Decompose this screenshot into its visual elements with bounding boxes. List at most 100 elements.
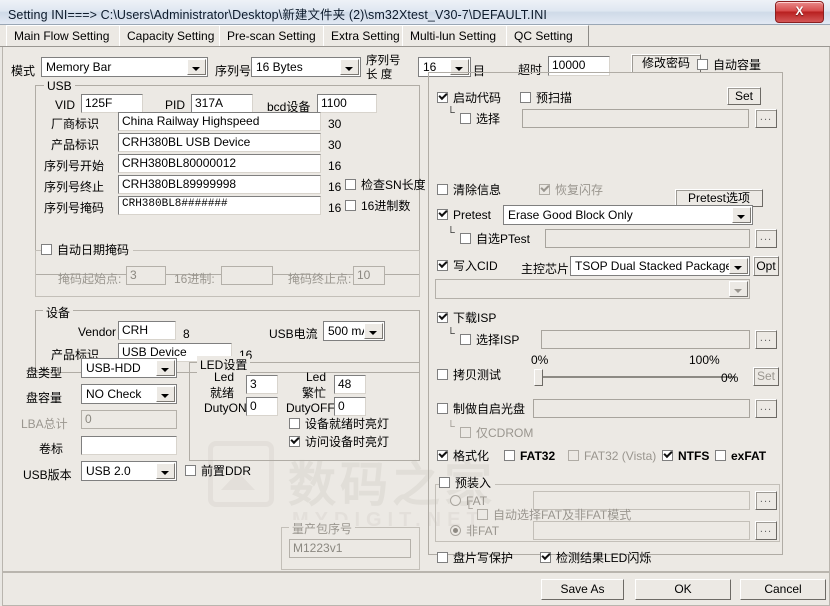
usb-current-select[interactable]: 500 mA — [323, 321, 385, 341]
bcd-device-input[interactable]: 1100 — [317, 94, 377, 113]
sn-end-input[interactable]: CRH380BL89999998 — [118, 175, 321, 194]
led-busy-input[interactable]: 48 — [334, 375, 366, 394]
settings-window: Setting INI===> C:\Users\Administrator\D… — [0, 0, 830, 606]
auto-date-mask-checkbox[interactable]: 自动日期掩码 — [41, 244, 134, 257]
opt-button[interactable]: Opt — [753, 256, 779, 276]
prescan-checkbox[interactable]: 预扫描 — [520, 92, 572, 105]
make-boot-cd-checkbox[interactable]: 制做自启光盘 — [437, 403, 525, 416]
ok-button[interactable]: OK — [635, 579, 731, 600]
format-checkbox[interactable]: 格式化 — [437, 450, 489, 463]
tree-elbow-5: └ — [465, 503, 473, 515]
tab-multi-lun-setting[interactable]: Multi-lun Setting — [402, 25, 522, 47]
custom-ptest-input[interactable] — [545, 229, 750, 248]
make-boot-cd-input[interactable] — [533, 399, 750, 418]
copy-test-slider-thumb[interactable] — [534, 369, 543, 386]
select-isp-browse-button[interactable]: ... — [755, 330, 777, 349]
sn-start-length: 16 — [328, 159, 342, 173]
tab-capacity-setting[interactable]: Capacity Setting — [119, 25, 235, 47]
disk-capacity-select[interactable]: NO Check — [81, 384, 177, 404]
chevron-down-icon — [156, 386, 175, 402]
hex-number-checkbox[interactable]: 16进制数 — [345, 200, 410, 213]
fat32-vista-checkbox: FAT32 (Vista) — [568, 450, 656, 463]
serial-number-select-value: 16 Bytes — [256, 60, 303, 74]
chevron-down-icon — [364, 323, 383, 339]
save-as-button[interactable]: Save As — [541, 579, 624, 600]
write-cid-checkbox[interactable]: 写入CID — [437, 260, 498, 273]
pct-min-label: 0% — [531, 353, 549, 367]
pretest-select[interactable]: Erase Good Block Only — [503, 205, 753, 225]
select-browse-button[interactable]: ... — [755, 109, 777, 128]
vendor-input[interactable]: CRH — [118, 321, 176, 340]
subchip-select[interactable] — [435, 279, 750, 299]
duty-off-input[interactable]: 0 — [334, 397, 366, 416]
mode-select[interactable]: Memory Bar — [41, 57, 208, 77]
pct-max-label: 100% — [689, 353, 720, 367]
start-code-checkbox[interactable]: 启动代码 — [437, 92, 501, 105]
set-button[interactable]: Set — [727, 87, 761, 105]
pid-input[interactable]: 317A — [191, 94, 253, 113]
volume-input[interactable] — [81, 436, 177, 455]
auto-capacity-checkbox[interactable]: 自动容量 — [697, 59, 761, 72]
title-bar: Setting INI===> C:\Users\Administrator\D… — [0, 0, 830, 25]
mask-hex-input — [221, 266, 273, 285]
select-isp-checkbox[interactable]: 选择ISP — [460, 334, 519, 347]
check-sn-length-checkbox[interactable]: 检查SN长度 — [345, 179, 426, 192]
custom-ptest-browse-button[interactable]: ... — [755, 229, 777, 248]
write-protect-checkbox[interactable]: 盘片写保护 — [437, 552, 513, 565]
sn-start-input[interactable]: CRH380BL80000012 — [118, 154, 321, 173]
sn-mask-input[interactable]: CRH380BL8####### — [118, 196, 321, 215]
select-isp-input[interactable] — [541, 330, 750, 349]
led-ready-label-line1: Led — [214, 370, 235, 384]
exfat-checkbox[interactable]: exFAT — [715, 450, 766, 463]
clear-info-checkbox[interactable]: 清除信息 — [437, 184, 501, 197]
close-button[interactable]: X — [775, 1, 824, 23]
tab-qc-setting[interactable]: QC Setting — [506, 25, 589, 47]
cancel-button[interactable]: Cancel — [740, 579, 826, 600]
light-on-access-checkbox[interactable]: 访问设备时亮灯 — [289, 436, 389, 449]
chevron-down-icon — [187, 59, 206, 75]
select-checkbox[interactable]: 选择 — [460, 113, 500, 126]
preload-checkbox[interactable]: 预装入 — [439, 477, 496, 490]
usb-version-label: USB版本 — [23, 468, 72, 482]
chevron-down-icon — [729, 281, 748, 297]
custom-ptest-checkbox[interactable]: 自选PTest — [460, 233, 530, 246]
close-icon: X — [795, 4, 804, 18]
pretest-checkbox[interactable]: Pretest — [437, 209, 491, 222]
copy-test-set-button[interactable]: Set — [753, 367, 779, 386]
main-chip-select-value: TSOP Dual Stacked Package — [575, 259, 733, 273]
nonfat-path-input — [533, 521, 750, 540]
change-password-button[interactable]: 修改密码 — [631, 54, 701, 73]
tab-main-flow-setting[interactable]: Main Flow Setting — [6, 25, 135, 48]
cdrom-only-checkbox: 仅CDROM — [460, 427, 533, 440]
result-led-blink-checkbox[interactable]: 检测结果LED闪烁 — [540, 552, 651, 565]
copy-test-slider-track[interactable] — [534, 376, 735, 378]
duty-on-label: DutyON — [204, 401, 247, 415]
fat32-checkbox[interactable]: FAT32 — [504, 450, 555, 463]
make-boot-cd-browse-button[interactable]: ... — [755, 399, 777, 418]
pretest-select-value: Erase Good Block Only — [508, 208, 633, 222]
front-ddr-checkbox[interactable]: 前置DDR — [185, 465, 251, 478]
select-path-input[interactable] — [522, 109, 749, 128]
copy-test-checkbox[interactable]: 拷贝测试 — [437, 369, 501, 382]
vendor-id-length: 30 — [328, 117, 342, 131]
usb-version-select[interactable]: USB 2.0 — [81, 461, 177, 481]
vendor-id-input[interactable]: China Railway Highspeed — [118, 112, 321, 131]
vid-input[interactable]: 125F — [81, 94, 143, 113]
tree-elbow-2: └ — [447, 227, 455, 239]
led-ready-input[interactable]: 3 — [246, 375, 278, 394]
volume-label: 卷标 — [39, 442, 64, 456]
duty-on-input[interactable]: 0 — [246, 397, 278, 416]
batch-number-title: 量产包序号 — [289, 520, 356, 537]
pct-current-label: 0% — [721, 371, 739, 385]
ntfs-checkbox[interactable]: NTFS — [662, 450, 709, 463]
tab-pre-scan-setting[interactable]: Pre-scan Setting — [219, 25, 339, 47]
download-isp-checkbox[interactable]: 下载ISP — [437, 312, 496, 325]
led-busy-label-line2: 繁忙 — [302, 386, 327, 400]
main-chip-select[interactable]: TSOP Dual Stacked Package — [570, 256, 750, 276]
disk-type-select[interactable]: USB-HDD — [81, 358, 177, 378]
nonfat-radio: 非FAT — [450, 525, 499, 538]
chevron-down-icon — [340, 59, 359, 75]
product-id-input[interactable]: CRH380BL USB Device — [118, 133, 321, 152]
serial-number-select[interactable]: 16 Bytes — [251, 57, 361, 77]
light-on-ready-checkbox[interactable]: 设备就绪时亮灯 — [289, 418, 389, 431]
